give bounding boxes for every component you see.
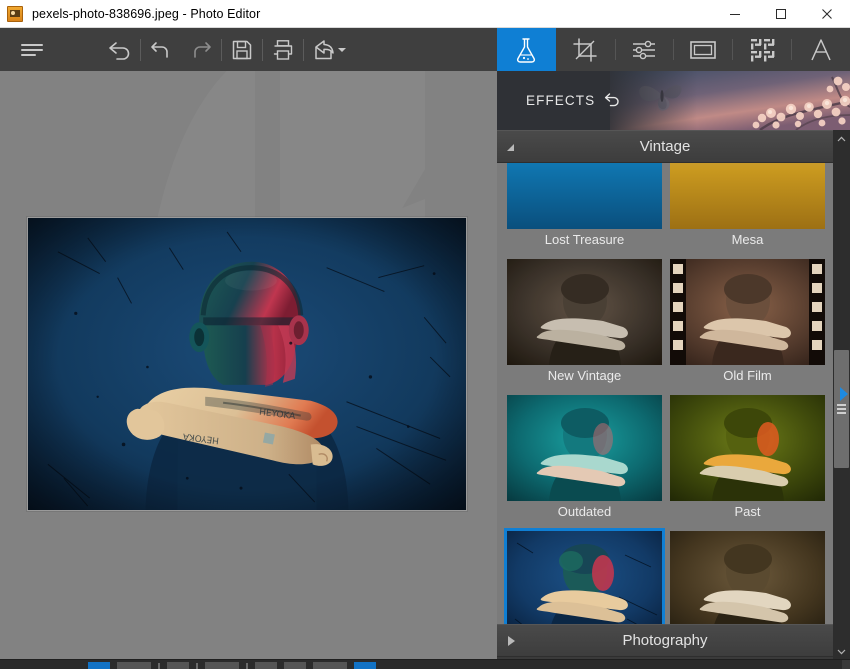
reset-arrow-icon[interactable] bbox=[603, 91, 621, 109]
effect-thumbnail bbox=[507, 163, 662, 229]
effect-thumbnail bbox=[670, 163, 825, 229]
effect-thumbnail bbox=[507, 531, 662, 624]
taskbar-item[interactable] bbox=[246, 663, 248, 669]
redo-icon bbox=[194, 41, 211, 58]
effect-label: Mesa bbox=[731, 232, 764, 247]
effect-thumbnail bbox=[507, 259, 662, 365]
effects-thumbnail-scroll[interactable]: Lost Treasure Mesa New Vintage Old Film … bbox=[497, 163, 833, 624]
menu-button[interactable] bbox=[12, 28, 52, 71]
section-title-vintage: Vintage bbox=[639, 138, 691, 155]
effect-item-past[interactable]: Past bbox=[670, 395, 825, 523]
taskbar-item[interactable] bbox=[313, 662, 347, 669]
sliders-icon bbox=[633, 40, 656, 59]
taskbar-item[interactable] bbox=[255, 662, 277, 669]
tab-text[interactable] bbox=[791, 28, 850, 71]
taskbar-item[interactable] bbox=[158, 663, 160, 669]
scrollbar-thumb[interactable] bbox=[834, 350, 849, 468]
windows-taskbar[interactable] bbox=[0, 660, 850, 669]
tab-adjust[interactable] bbox=[614, 28, 674, 71]
redo-button[interactable] bbox=[181, 28, 221, 71]
chevron-collapsed-icon bbox=[508, 636, 515, 646]
effect-item-lost-treasure[interactable]: Lost Treasure bbox=[507, 163, 662, 251]
effect-thumbnail bbox=[670, 531, 825, 624]
flask-icon bbox=[517, 37, 536, 63]
undo-icon bbox=[151, 41, 168, 58]
taskbar-item[interactable] bbox=[205, 662, 239, 669]
share-button[interactable] bbox=[304, 28, 352, 71]
crop-icon bbox=[573, 37, 597, 62]
taskbar-item[interactable] bbox=[88, 662, 110, 669]
image-canvas-area[interactable]: HEYOKA HEYOKA bbox=[0, 71, 497, 651]
close-button[interactable] bbox=[804, 0, 850, 28]
effect-item-scratch[interactable]: Scratch bbox=[504, 528, 665, 624]
effect-item-new-vintage[interactable]: New Vintage bbox=[507, 259, 662, 387]
collapse-right-arrow-icon bbox=[840, 387, 848, 401]
taskbar-item[interactable] bbox=[354, 662, 376, 669]
scroll-up-button[interactable] bbox=[833, 130, 850, 147]
revert-button[interactable] bbox=[100, 28, 140, 71]
taskbar-right-edge bbox=[842, 660, 850, 669]
effect-item-outdated[interactable]: Outdated bbox=[507, 395, 662, 523]
app-photo-icon bbox=[7, 5, 23, 22]
effects-panel-header: EFFECTS bbox=[497, 71, 850, 130]
section-header-vintage[interactable]: Vintage bbox=[497, 130, 833, 163]
maximize-button[interactable] bbox=[758, 0, 804, 28]
photo-content: HEYOKA HEYOKA bbox=[28, 218, 466, 510]
print-button[interactable] bbox=[263, 28, 303, 71]
right-tool-panel: EFFECTS Vintage Lost Treasure Mesa New V… bbox=[497, 28, 850, 660]
chevron-down-icon bbox=[338, 47, 346, 52]
effect-label: Lost Treasure bbox=[544, 232, 625, 247]
share-icon bbox=[315, 39, 334, 59]
effect-thumbnail bbox=[670, 259, 825, 365]
tab-crop[interactable] bbox=[556, 28, 615, 71]
effects-title: EFFECTS bbox=[526, 92, 596, 108]
section-title-photography: Photography bbox=[622, 632, 708, 649]
effect-item-sepia[interactable]: Sepia bbox=[670, 531, 825, 624]
taskbar-item[interactable] bbox=[284, 662, 306, 669]
hamburger-icon bbox=[21, 41, 43, 59]
main-toolbar bbox=[0, 28, 497, 71]
effect-label: Past bbox=[734, 504, 761, 519]
effect-item-mesa[interactable]: Mesa bbox=[670, 163, 825, 251]
window-titlebar: pexels-photo-838696.jpeg - Photo Editor bbox=[0, 0, 850, 28]
scroll-down-button[interactable] bbox=[833, 643, 850, 660]
taskbar-item[interactable] bbox=[117, 662, 151, 669]
window-controls bbox=[712, 0, 850, 28]
minimize-button[interactable] bbox=[712, 0, 758, 28]
floppy-save-icon bbox=[232, 40, 252, 59]
panel-collapse-toggle[interactable] bbox=[838, 383, 850, 405]
taskbar-item[interactable] bbox=[196, 663, 198, 669]
text-a-icon bbox=[810, 38, 831, 60]
frame-icon bbox=[690, 40, 716, 59]
chevron-expanded-icon bbox=[507, 144, 514, 151]
taskbar-item[interactable] bbox=[167, 662, 189, 669]
texture-icon bbox=[750, 38, 775, 61]
tab-textures[interactable] bbox=[732, 28, 791, 71]
effect-label: New Vintage bbox=[547, 368, 622, 383]
effect-thumbnail bbox=[670, 395, 825, 501]
effects-grid: Lost Treasure Mesa New Vintage Old Film … bbox=[497, 163, 833, 624]
effect-item-old-film[interactable]: Old Film bbox=[670, 259, 825, 387]
taskbar-items bbox=[88, 662, 376, 669]
revert-arrow-icon bbox=[109, 41, 130, 60]
section-header-photography[interactable]: Photography bbox=[497, 624, 833, 657]
tab-effects[interactable] bbox=[497, 28, 556, 71]
effect-label: Outdated bbox=[557, 504, 612, 519]
effects-header-label-group: EFFECTS bbox=[526, 91, 621, 109]
printer-icon bbox=[273, 39, 293, 60]
mode-tab-bar bbox=[497, 28, 850, 71]
undo-button[interactable] bbox=[141, 28, 181, 71]
effect-thumbnail bbox=[507, 395, 662, 501]
save-button[interactable] bbox=[222, 28, 262, 71]
edited-photo[interactable]: HEYOKA HEYOKA bbox=[27, 217, 467, 511]
window-title: pexels-photo-838696.jpeg - Photo Editor bbox=[32, 6, 261, 21]
tab-frames[interactable] bbox=[673, 28, 732, 71]
effect-label: Old Film bbox=[723, 368, 772, 383]
